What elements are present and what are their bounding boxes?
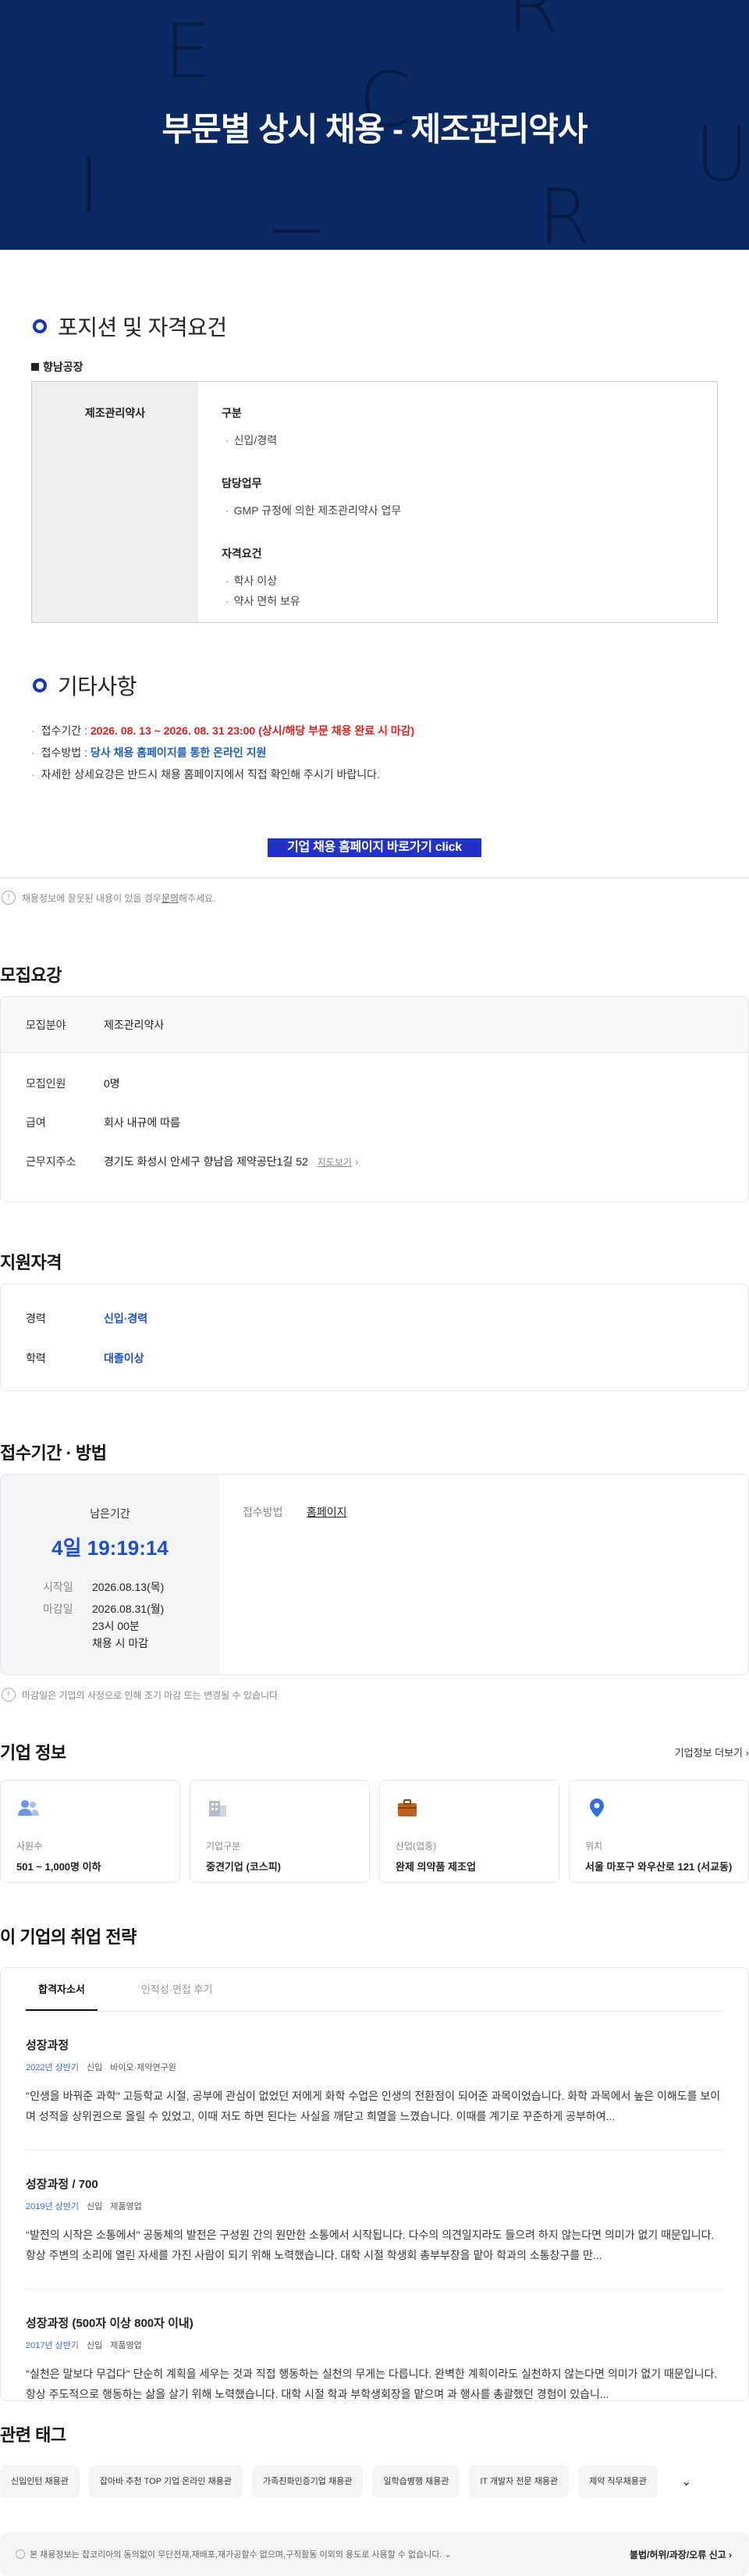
ghost-letter: I bbox=[78, 142, 101, 229]
tag-item[interactable]: 일학습병행 채용관 bbox=[372, 2465, 460, 2498]
circle-bullet-icon bbox=[33, 678, 47, 692]
apply-homepage-link[interactable]: 홈페이지 bbox=[307, 1504, 347, 1645]
tab-interview-reviews[interactable]: 인적성·면접 후기 bbox=[129, 1968, 225, 2011]
etc-detail: 자세한 상세요강은 반드시 채용 홈페이지에서 직접 확인해 주시기 바랍니다. bbox=[31, 763, 718, 785]
tag-item[interactable]: 잡아바 추천 TOP 기업 온라인 채용관 bbox=[88, 2465, 243, 2498]
briefcase-icon bbox=[398, 1799, 417, 1816]
chevron-right-icon: › bbox=[354, 1155, 359, 1168]
tag-item[interactable]: IT 개발자 전문 채용관 bbox=[469, 2465, 570, 2498]
position-table: 제조관리약사 구분 신입/경력 담당업무 GMP 규정에 의한 제조관리약사 업… bbox=[31, 381, 718, 623]
hero-banner: E R C I U R 부문별 상시 채용 - 제조관리약사 bbox=[0, 0, 749, 250]
essay-item[interactable]: 성장과정 2022년 상반기 신입 바이오·제약연구원 "인생을 바꿔준 과학" 고… bbox=[26, 2012, 723, 2151]
square-bullet-icon bbox=[31, 363, 39, 371]
company-homepage-button[interactable]: 기업 채용 홈페이지 바로가기 click bbox=[268, 838, 481, 857]
strategy-section: 이 기업의 취업 전략 합격자소서 인적성·면접 후기 성장과정 2022년 상… bbox=[0, 1923, 749, 2401]
tag-item[interactable]: 가족친화인증기업 채용관 bbox=[251, 2465, 364, 2498]
recruit-row: 급여 회사 내규에 따름 bbox=[26, 1116, 180, 1129]
info-icon: ! bbox=[2, 1688, 16, 1702]
inquiry-link[interactable]: 문의 bbox=[162, 891, 179, 905]
etc-period: 접수기간 : 2026. 08. 13 ~ 2026. 08. 31 23:00… bbox=[31, 720, 718, 742]
job-notice-body: 포지션 및 자격요건 향남공장 제조관리약사 구분 신입/경력 담당업무 GMP… bbox=[0, 250, 749, 878]
tag-item[interactable]: 신입인턴 채용관 bbox=[0, 2465, 80, 2498]
plant-label: 향남공장 bbox=[31, 359, 718, 375]
ghost-letter: R bbox=[538, 173, 591, 250]
period-countdown-panel: 남은기간 4일 19:19:14 시작일 2026.08.13(목) 마감일 20… bbox=[1, 1475, 219, 1674]
position-section-title: 포지션 및 자격요건 bbox=[31, 311, 718, 342]
start-date: 시작일 2026.08.13(목) bbox=[43, 1581, 165, 1593]
ghost-letter: E bbox=[164, 8, 211, 95]
tab-cover-letters[interactable]: 합격자소서 bbox=[26, 1968, 98, 2011]
page-title: 부문별 상시 채용 - 제조관리약사 bbox=[162, 111, 588, 148]
tag-list: 신입인턴 채용관 잡아바 추천 TOP 기업 온라인 채용관 가족친화인증기업 … bbox=[0, 2465, 749, 2498]
building-icon bbox=[209, 1801, 226, 1816]
recruit-row: 근무지주소 경기도 화성시 안세구 향남읍 제약공단1길 52 지도보기 › bbox=[26, 1155, 359, 1169]
recruit-title: 모집요강 bbox=[0, 966, 62, 985]
tags-title: 관련 태그 bbox=[0, 2425, 66, 2445]
period-section: 접수기간 · 방법 남은기간 4일 19:19:14 시작일 2026.08.13… bbox=[0, 1439, 749, 1702]
chevron-down-icon: ⌄ bbox=[444, 2550, 452, 2560]
location-pin-icon bbox=[590, 1799, 604, 1817]
essay-item[interactable]: 성장과정 (500자 이상 800자 이내) 2017년 상반기 신입 제품영업 "… bbox=[26, 2290, 723, 2428]
position-job-name: 제조관리약사 bbox=[32, 382, 198, 622]
copyright-notice: 본 채용정보는 잡코리아의 동의없이 무단전재,재배포,재가공할수 없으며,구직… bbox=[16, 2548, 452, 2560]
company-card-industry: 산업(업종) 완제 의약품 제조업 bbox=[379, 1780, 559, 1883]
remaining-label: 남은기간 bbox=[90, 1507, 130, 1520]
etc-method: 접수방법 : 당사 채용 홈페이지를 통한 온라인 지원 bbox=[31, 742, 718, 763]
qualification-section: 지원자격 경력 신입·경력 학력 대졸이상 bbox=[0, 1249, 749, 1391]
company-card-employees: 사원수 501 ~ 1,000명 이하 bbox=[0, 1780, 180, 1883]
strategy-title: 이 기업의 취업 전략 bbox=[0, 1927, 137, 1947]
position-group: 구분 신입/경력 bbox=[222, 405, 401, 450]
strategy-box: 합격자소서 인적성·면접 후기 성장과정 2022년 상반기 신입 바이오·제약연구… bbox=[0, 1967, 749, 2401]
company-title: 기업 정보 bbox=[0, 1743, 66, 1763]
company-more-link[interactable]: 기업정보 더보기 › bbox=[675, 1745, 749, 1759]
recruit-field-row: 모집분야 제조관리약사 bbox=[1, 997, 748, 1053]
people-icon bbox=[18, 1800, 39, 1816]
etc-list: 접수기간 : 2026. 08. 13 ~ 2026. 08. 31 23:00… bbox=[31, 720, 718, 785]
end-date: 마감일 2026.08.31(월) 23시 00분 채용 시 마감 bbox=[43, 1603, 165, 1649]
chevron-right-icon: › bbox=[745, 1746, 749, 1759]
recruit-section: 모집요강 모집분야 제조관리약사 모집인원 0명 급여 회사 내규에 따름 근무지주… bbox=[0, 962, 749, 1202]
etc-section-title: 기타사항 bbox=[31, 670, 718, 701]
report-link[interactable]: 불법/허위/과장/오류 신고 › bbox=[630, 2548, 732, 2561]
ghost-letter: R bbox=[507, 0, 559, 50]
tag-item[interactable]: 제약 직무채용관 bbox=[578, 2465, 658, 2498]
apply-method: 접수방법 홈페이지 bbox=[219, 1475, 371, 1674]
recruit-box: 모집분야 제조관리약사 모집인원 0명 급여 회사 내규에 따름 근무지주소 경기도 … bbox=[0, 996, 749, 1202]
position-group: 자격요건 학사 이상 약사 면허 보유 bbox=[222, 546, 401, 611]
countdown: 4일 19:19:14 bbox=[51, 1536, 169, 1560]
tags-section: 관련 태그 신입인턴 채용관 잡아바 추천 TOP 기업 온라인 채용관 가족친… bbox=[0, 2421, 749, 2498]
info-icon: ! bbox=[2, 891, 16, 905]
position-details: 구분 신입/경력 담당업무 GMP 규정에 의한 제조관리약사 업무 자격요건 … bbox=[198, 382, 424, 622]
position-group: 담당업무 GMP 규정에 의한 제조관리약사 업무 bbox=[222, 475, 401, 521]
strategy-tabs: 합격자소서 인적성·면접 후기 bbox=[26, 1968, 723, 2012]
ghost-dash bbox=[273, 229, 320, 233]
deadline-notice: ! 마감일은 기업의 사정으로 인해 조기 마감 또는 변경될 수 있습니다 bbox=[0, 1675, 749, 1702]
chevron-right-icon: › bbox=[729, 2549, 732, 2560]
qualification-title: 지원자격 bbox=[0, 1253, 62, 1272]
map-link[interactable]: 지도보기 bbox=[318, 1155, 352, 1169]
footer-bar: 본 채용정보는 잡코리아의 동의없이 무단전재,재배포,재가공할수 없으며,구직… bbox=[0, 2532, 749, 2576]
circle-bullet-icon bbox=[33, 319, 47, 333]
qualification-row: 학력 대졸이상 bbox=[26, 1351, 144, 1364]
info-icon bbox=[16, 2549, 25, 2559]
company-card-type: 기업구분 중견기업 (코스피) bbox=[190, 1780, 370, 1883]
period-box: 남은기간 4일 19:19:14 시작일 2026.08.13(목) 마감일 20… bbox=[0, 1474, 749, 1675]
company-card-location: 위치 서울 마포구 와우산로 121 (서교동) bbox=[569, 1780, 749, 1883]
period-title: 접수기간 · 방법 bbox=[0, 1443, 107, 1463]
essay-item[interactable]: 성장과정 / 700 2019년 상반기 신입 제품영업 "발전의 시작은 소통에서… bbox=[26, 2151, 723, 2290]
qualification-box: 경력 신입·경력 학력 대졸이상 bbox=[0, 1283, 749, 1391]
recruit-row: 모집인원 0명 bbox=[26, 1077, 120, 1090]
chevron-down-icon[interactable]: ⌄ bbox=[681, 2474, 691, 2489]
company-section: 기업 정보 기업정보 더보기 › 사원수 501 ~ 1,000명 이하 기업구… bbox=[0, 1739, 749, 1883]
report-notice: ! 채용정보에 잘못된 내용이 있을 경우 문의 해주세요. bbox=[0, 878, 749, 905]
qualification-row: 경력 신입·경력 bbox=[26, 1311, 148, 1325]
